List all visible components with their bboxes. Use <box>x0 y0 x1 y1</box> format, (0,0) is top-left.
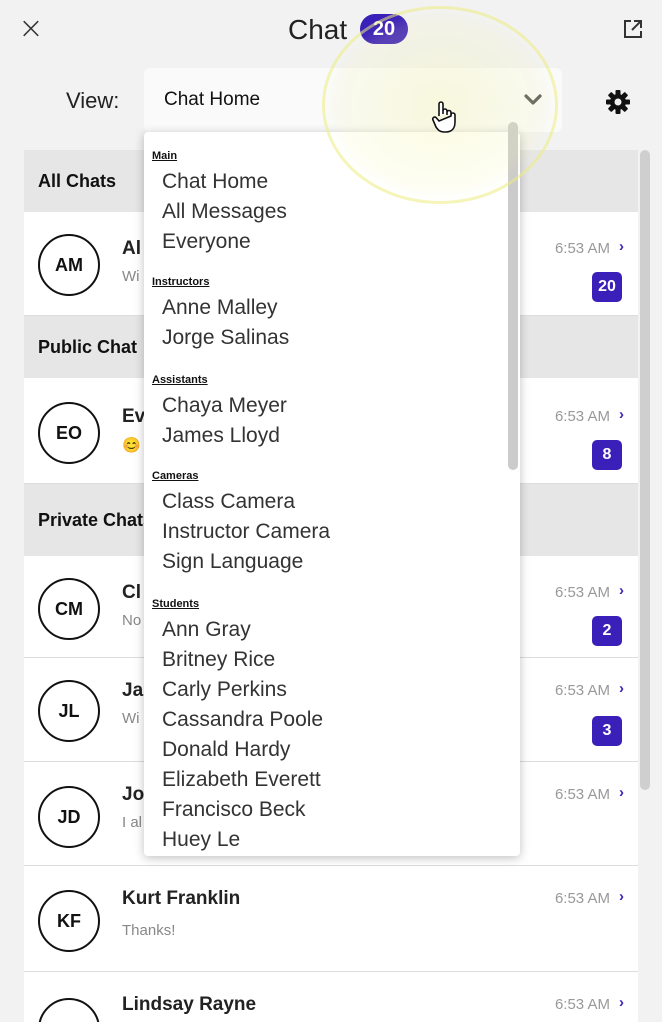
chat-preview: 😊 <box>122 437 141 454</box>
chevron-right-icon: › <box>619 680 624 697</box>
chat-name: Cl <box>122 582 141 603</box>
avatar: CM <box>38 578 100 640</box>
option-carly-perkins[interactable]: Carly Perkins <box>162 678 287 702</box>
chat-preview: No <box>122 612 142 629</box>
view-label: View: <box>66 88 120 113</box>
option-all-messages[interactable]: All Messages <box>162 200 287 224</box>
chat-time: 6:53 AM <box>554 786 610 803</box>
close-icon[interactable]: × <box>14 12 48 46</box>
option-chaya-meyer[interactable]: Chaya Meyer <box>162 394 287 418</box>
option-instructor-camera[interactable]: Instructor Camera <box>162 520 330 544</box>
option-everyone[interactable]: Everyone <box>162 230 251 254</box>
chevron-right-icon: › <box>619 238 624 255</box>
unread-badge: 3 <box>592 716 622 746</box>
option-donald-hardy[interactable]: Donald Hardy <box>162 738 290 762</box>
chat-name: Ja <box>122 680 144 701</box>
list-scrollbar[interactable] <box>640 150 650 790</box>
option-elizabeth-everett[interactable]: Elizabeth Everett <box>162 768 321 792</box>
dropdown-scrollbar[interactable] <box>508 122 518 470</box>
chat-time: 6:53 AM <box>554 584 610 601</box>
chat-name: Jo <box>122 784 145 805</box>
unread-count-badge: 20 <box>360 14 408 44</box>
chevron-right-icon: › <box>619 784 624 801</box>
unread-badge: 20 <box>592 272 622 302</box>
unread-badge: 2 <box>592 616 622 646</box>
chevron-down-icon[interactable] <box>522 88 544 110</box>
option-james-lloyd[interactable]: James Lloyd <box>162 424 280 448</box>
group-title-assistants: Assistants <box>152 374 208 386</box>
group-title-students: Students <box>152 598 200 610</box>
chat-preview: Thanks! <box>122 922 176 939</box>
chat-time: 6:53 AM <box>554 682 610 699</box>
group-title-main: Main <box>152 150 178 162</box>
chat-time: 6:53 AM <box>554 240 610 257</box>
view-select-value: Chat Home <box>164 89 261 110</box>
chat-name: Kurt Franklin <box>122 888 241 909</box>
header: × Chat 20 <box>0 0 662 62</box>
chevron-right-icon: › <box>619 406 624 423</box>
avatar: AM <box>38 234 100 296</box>
hand-cursor-icon <box>431 101 456 133</box>
chat-preview: Wi <box>122 710 140 727</box>
option-jorge-salinas[interactable]: Jorge Salinas <box>162 326 289 350</box>
view-select[interactable]: Chat Home <box>144 68 562 132</box>
chat-name: Ev <box>122 406 146 427</box>
chat-row[interactable]: KF Kurt Franklin Thanks! 6:53 AM › <box>24 866 638 972</box>
avatar: JL <box>38 680 100 742</box>
option-francisco-beck[interactable]: Francisco Beck <box>162 798 306 822</box>
avatar: EO <box>38 402 100 464</box>
chat-name: Lindsay Rayne <box>122 994 257 1015</box>
option-chat-home[interactable]: Chat Home <box>162 170 268 194</box>
avatar: JD <box>38 786 100 848</box>
chat-row[interactable]: LR Lindsay Rayne 6:53 AM › <box>24 972 638 1022</box>
unread-badge: 8 <box>592 440 622 470</box>
chat-time: 6:53 AM <box>554 408 610 425</box>
gear-icon[interactable] <box>604 88 632 116</box>
chevron-right-icon: › <box>619 994 624 1011</box>
option-class-camera[interactable]: Class Camera <box>162 490 295 514</box>
chevron-right-icon: › <box>619 888 624 905</box>
option-anne-malley[interactable]: Anne Malley <box>162 296 278 320</box>
chat-time: 6:53 AM <box>554 996 610 1013</box>
option-huey-le[interactable]: Huey Le <box>162 828 240 852</box>
option-ann-gray[interactable]: Ann Gray <box>162 618 251 642</box>
view-dropdown-menu: Main Chat Home All Messages Everyone Ins… <box>144 132 520 856</box>
option-sign-language[interactable]: Sign Language <box>162 550 303 574</box>
page-title: Chat <box>288 14 348 45</box>
popout-icon[interactable] <box>622 18 644 40</box>
group-title-instructors: Instructors <box>152 276 210 288</box>
chat-preview: I al <box>122 814 143 831</box>
option-britney-rice[interactable]: Britney Rice <box>162 648 275 672</box>
chevron-right-icon: › <box>619 582 624 599</box>
option-cassandra-poole[interactable]: Cassandra Poole <box>162 708 323 732</box>
chat-preview: Wi <box>122 268 140 285</box>
avatar: KF <box>38 890 100 952</box>
group-title-cameras: Cameras <box>152 470 199 482</box>
chat-time: 6:53 AM <box>554 890 610 907</box>
chat-name: Al <box>122 238 141 259</box>
avatar: LR <box>38 998 100 1022</box>
